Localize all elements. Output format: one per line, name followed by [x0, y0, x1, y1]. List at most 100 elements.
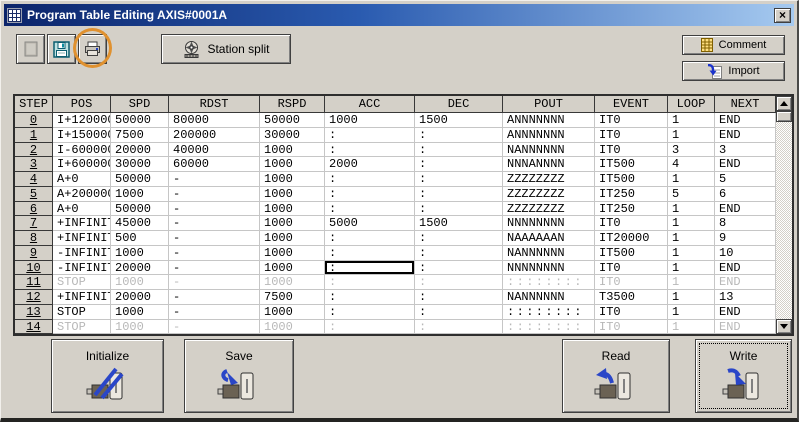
cell-dec[interactable]: :	[415, 290, 503, 305]
cell-loop[interactable]: 1	[668, 320, 715, 335]
cell-rspd[interactable]: 1000	[260, 202, 325, 217]
row-header-step[interactable]: 13	[15, 305, 53, 320]
cell-loop[interactable]: 1	[668, 128, 715, 143]
cell-rdst[interactable]: -	[169, 320, 260, 335]
cell-spd[interactable]: 1000	[111, 305, 169, 320]
cell-next[interactable]: END	[715, 202, 776, 217]
cell-loop[interactable]: 1	[668, 231, 715, 246]
cell-dec[interactable]: :	[415, 231, 503, 246]
cell-pout[interactable]: ZZZZZZZZ	[503, 187, 595, 202]
cell-acc[interactable]: :	[325, 128, 415, 143]
cell-spd[interactable]: 45000	[111, 216, 169, 231]
cell-event[interactable]: IT0	[595, 320, 668, 335]
cell-acc[interactable]: :	[325, 320, 415, 335]
row-header-step[interactable]: 7	[15, 216, 53, 231]
read-button[interactable]: Read	[562, 339, 670, 413]
cell-event[interactable]: IT500	[595, 172, 668, 187]
comment-button[interactable]: Comment	[682, 35, 785, 55]
cell-spd[interactable]: 500	[111, 231, 169, 246]
row-header-step[interactable]: 0	[15, 113, 53, 128]
cell-dec[interactable]: :	[415, 187, 503, 202]
print-button[interactable]	[78, 34, 107, 64]
cell-rdst[interactable]: -	[169, 290, 260, 305]
cell-spd[interactable]: 7500	[111, 128, 169, 143]
cell-spd[interactable]: 1000	[111, 320, 169, 335]
cell-acc[interactable]: :	[325, 261, 415, 276]
cell-spd[interactable]: 50000	[111, 172, 169, 187]
cell-next[interactable]: 13	[715, 290, 776, 305]
cell-dec[interactable]: 1500	[415, 216, 503, 231]
cell-pos[interactable]: STOP	[53, 320, 111, 335]
cell-dec[interactable]: :	[415, 172, 503, 187]
row-header-step[interactable]: 4	[15, 172, 53, 187]
row-header-step[interactable]: 6	[15, 202, 53, 217]
cell-loop[interactable]: 1	[668, 261, 715, 276]
cell-next[interactable]: 6	[715, 187, 776, 202]
save-button[interactable]	[47, 34, 76, 64]
cell-pout[interactable]: ::::::::	[503, 305, 595, 320]
cell-rdst[interactable]: -	[169, 202, 260, 217]
cell-rspd[interactable]: 1000	[260, 157, 325, 172]
cell-pos[interactable]: +INFINITE	[53, 290, 111, 305]
cell-pos[interactable]: A+200000	[53, 187, 111, 202]
cell-loop[interactable]: 1	[668, 275, 715, 290]
cell-event[interactable]: IT0	[595, 305, 668, 320]
cell-acc[interactable]: 1000	[325, 113, 415, 128]
cell-event[interactable]: IT20000	[595, 231, 668, 246]
row-header-step[interactable]: 11	[15, 275, 53, 290]
cell-spd[interactable]: 20000	[111, 143, 169, 158]
cell-dec[interactable]: :	[415, 128, 503, 143]
cell-next[interactable]: 8	[715, 216, 776, 231]
cell-pout[interactable]: NANNNNNN	[503, 290, 595, 305]
cell-spd[interactable]: 50000	[111, 113, 169, 128]
cell-spd[interactable]: 50000	[111, 202, 169, 217]
cell-rdst[interactable]: -	[169, 216, 260, 231]
cell-next[interactable]: 5	[715, 172, 776, 187]
new-button[interactable]	[16, 34, 45, 64]
cell-rdst[interactable]: 200000	[169, 128, 260, 143]
close-button[interactable]: ×	[774, 8, 791, 23]
cell-loop[interactable]: 1	[668, 113, 715, 128]
cell-dec[interactable]: :	[415, 261, 503, 276]
row-header-step[interactable]: 10	[15, 261, 53, 276]
cell-acc[interactable]: :	[325, 290, 415, 305]
cell-dec[interactable]: :	[415, 320, 503, 335]
cell-rdst[interactable]: -	[169, 187, 260, 202]
cell-rspd[interactable]: 30000	[260, 128, 325, 143]
cell-rdst[interactable]: -	[169, 305, 260, 320]
cell-rspd[interactable]: 1000	[260, 320, 325, 335]
cell-acc[interactable]: :	[325, 305, 415, 320]
row-header-step[interactable]: 3	[15, 157, 53, 172]
titlebar[interactable]: Program Table Editing AXIS#0001A ×	[4, 4, 794, 26]
cell-acc[interactable]: :	[325, 187, 415, 202]
cell-acc[interactable]: :	[325, 202, 415, 217]
cell-rspd[interactable]: 50000	[260, 113, 325, 128]
cell-pout[interactable]: NNNANNNN	[503, 157, 595, 172]
row-header-step[interactable]: 12	[15, 290, 53, 305]
cell-event[interactable]: IT0	[595, 143, 668, 158]
cell-pout[interactable]: NANNNNNN	[503, 143, 595, 158]
cell-pos[interactable]: I+150000	[53, 128, 111, 143]
cell-dec[interactable]: :	[415, 202, 503, 217]
cell-acc[interactable]: :	[325, 143, 415, 158]
cell-pos[interactable]: I-600000	[53, 143, 111, 158]
cell-pos[interactable]: STOP	[53, 275, 111, 290]
cell-next[interactable]: 10	[715, 246, 776, 261]
cell-event[interactable]: IT250	[595, 202, 668, 217]
scroll-down-button[interactable]	[776, 319, 792, 334]
cell-spd[interactable]: 1000	[111, 275, 169, 290]
cell-rspd[interactable]: 1000	[260, 187, 325, 202]
cell-pos[interactable]: +INFINITE	[53, 216, 111, 231]
cell-rdst[interactable]: 60000	[169, 157, 260, 172]
scrollbar-track[interactable]	[776, 122, 792, 319]
cell-pos[interactable]: +INFINITE	[53, 231, 111, 246]
cell-rspd[interactable]: 1000	[260, 246, 325, 261]
cell-spd[interactable]: 1000	[111, 187, 169, 202]
scroll-up-button[interactable]	[776, 96, 792, 111]
cell-dec[interactable]: 1500	[415, 113, 503, 128]
cell-rspd[interactable]: 1000	[260, 261, 325, 276]
cell-acc[interactable]: 2000	[325, 157, 415, 172]
cell-pout[interactable]: NNNNNNNN	[503, 261, 595, 276]
cell-loop[interactable]: 1	[668, 216, 715, 231]
cell-next[interactable]: 3	[715, 143, 776, 158]
